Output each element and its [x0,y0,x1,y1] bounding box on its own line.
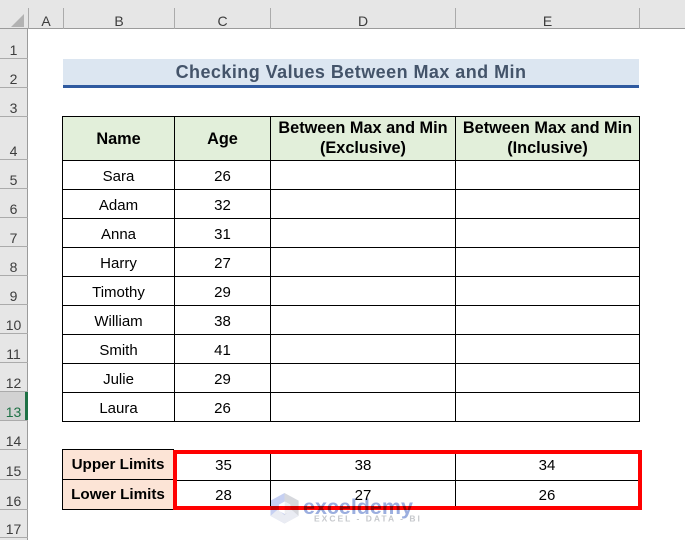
svg-text:EXCEL - DATA - BI: EXCEL - DATA - BI [314,514,422,524]
